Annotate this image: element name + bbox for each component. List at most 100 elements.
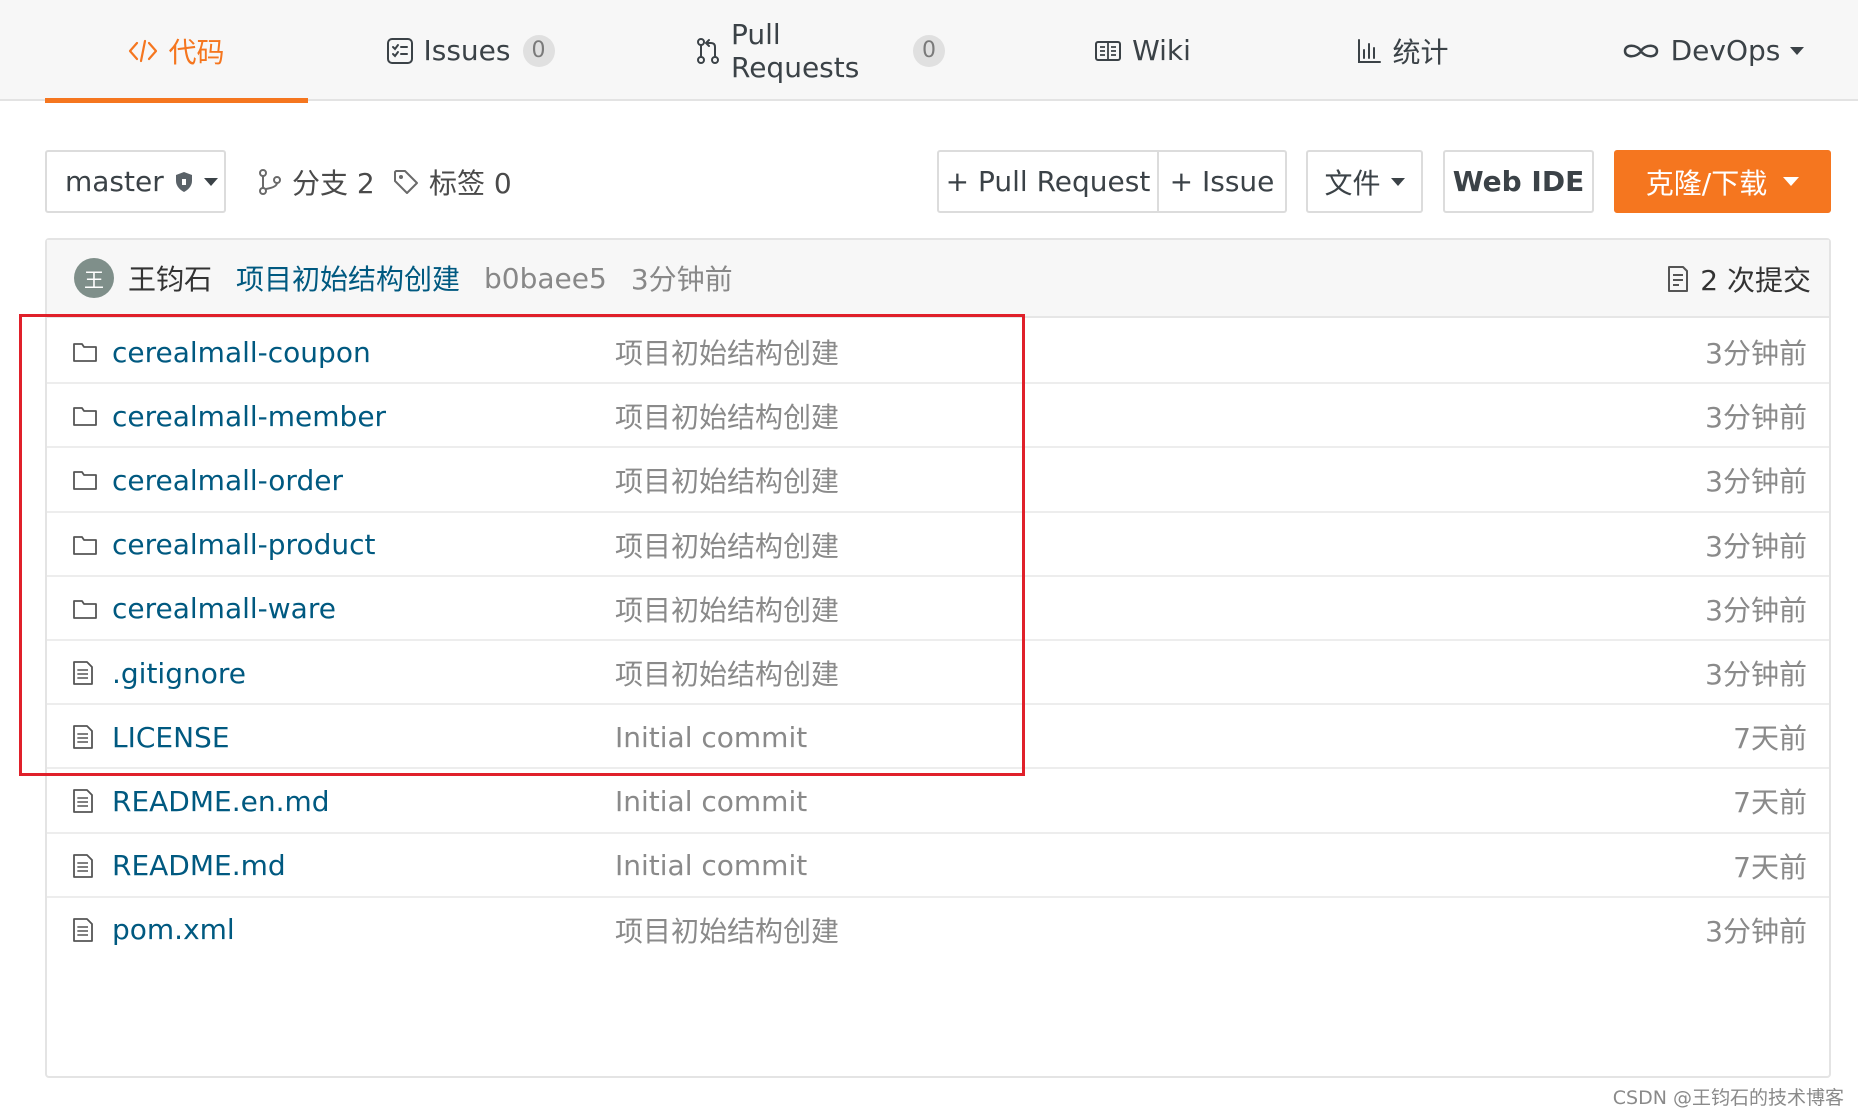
file-commit-message[interactable]: 项目初始结构创建 [615, 320, 839, 384]
tags-label: 标签 0 [429, 166, 512, 200]
folder-icon [72, 384, 98, 448]
file-menu-label: 文件 [1324, 166, 1381, 200]
new-pull-request-button[interactable]: + Pull Request [937, 150, 1159, 213]
file-menu-button[interactable]: 文件 [1306, 150, 1423, 213]
commit-message-link[interactable]: 项目初始结构创建 [236, 258, 460, 298]
file-row[interactable]: cerealmall-member 项目初始结构创建 3分钟前 [47, 384, 1829, 449]
branch-select-label: master [65, 165, 164, 198]
file-row[interactable]: README.en.md Initial commit 7天前 [47, 769, 1829, 834]
branches-link[interactable]: 分支 2 [258, 150, 375, 213]
file-name-link[interactable]: cerealmall-coupon [112, 320, 371, 384]
chevron-down-icon [1390, 177, 1405, 186]
avatar[interactable]: 王 [74, 258, 114, 298]
web-ide-button[interactable]: Web IDE [1443, 150, 1594, 213]
chevron-down-icon [1790, 46, 1805, 55]
file-commit-message[interactable]: 项目初始结构创建 [615, 641, 839, 705]
file-row[interactable]: pom.xml 项目初始结构创建 3分钟前 [47, 898, 1829, 962]
commit-count-link[interactable]: 2 次提交 [1666, 240, 1811, 318]
file-name-link[interactable]: cerealmall-ware [112, 577, 336, 641]
tab-devops[interactable]: DevOps [1620, 0, 1805, 101]
code-icon [128, 38, 158, 64]
file-commit-time: 3分钟前 [1705, 465, 1807, 499]
tab-pull-requests-label: Pull Requests [731, 17, 860, 84]
file-commit-message[interactable]: Initial commit [615, 769, 807, 833]
clone-download-button[interactable]: 克隆/下载 [1614, 150, 1831, 213]
tab-code[interactable]: 代码 [45, 0, 308, 103]
file-commit-message[interactable]: 项目初始结构创建 [615, 384, 839, 448]
new-pull-request-label: + Pull Request [945, 165, 1151, 198]
commit-time: 3分钟前 [630, 263, 733, 296]
file-commit-message[interactable]: 项目初始结构创建 [615, 898, 839, 962]
file-name-link[interactable]: README.en.md [112, 769, 330, 833]
new-issue-button[interactable]: + Issue [1157, 150, 1287, 213]
tab-stats[interactable]: 统计 [1350, 0, 1455, 101]
file-row[interactable]: cerealmall-coupon 项目初始结构创建 3分钟前 [47, 320, 1829, 385]
pull-requests-count-badge: 0 [913, 34, 945, 67]
file-commit-time: 3分钟前 [1705, 529, 1807, 563]
commit-author[interactable]: 王钧石 [128, 258, 212, 298]
file-commit-time: 3分钟前 [1705, 658, 1807, 692]
file-row[interactable]: LICENSE Initial commit 7天前 [47, 705, 1829, 770]
file-name-link[interactable]: LICENSE [112, 705, 230, 769]
pull-request-icon [695, 37, 721, 65]
clone-download-label: 克隆/下载 [1645, 166, 1768, 200]
branch-icon [258, 168, 282, 196]
file-commit-message[interactable]: 项目初始结构创建 [615, 513, 839, 577]
file-name-link[interactable]: .gitignore [112, 641, 246, 705]
file-commit-message[interactable]: 项目初始结构创建 [615, 577, 839, 641]
file-name-link[interactable]: cerealmall-member [112, 384, 386, 448]
repo-tab-bar: 代码 Issues 0 Pull Requests 0 Wiki 统计 DevO… [0, 0, 1858, 103]
tab-issues[interactable]: Issues 0 [380, 0, 560, 101]
file-commit-time: 7天前 [1733, 850, 1807, 884]
file-commit-time: 3分钟前 [1705, 593, 1807, 627]
tags-link[interactable]: 标签 0 [393, 150, 512, 213]
new-issue-label: + Issue [1169, 165, 1275, 198]
file-commit-time: 7天前 [1733, 786, 1807, 820]
issues-icon [386, 37, 414, 65]
file-commit-time: 3分钟前 [1705, 337, 1807, 371]
watermark: CSDN @王钧石的技术博客 [1612, 1087, 1844, 1109]
commit-sha[interactable]: b0baee5 [484, 262, 607, 295]
tab-pull-requests[interactable]: Pull Requests 0 [695, 0, 945, 101]
file-commit-time: 3分钟前 [1705, 401, 1807, 435]
file-row[interactable]: .gitignore 项目初始结构创建 3分钟前 [47, 641, 1829, 706]
folder-icon [72, 320, 98, 384]
infinity-icon [1621, 40, 1661, 62]
file-icon [72, 898, 94, 962]
shield-icon [174, 171, 194, 193]
wiki-icon [1094, 39, 1122, 63]
commit-count-label: 2 次提交 [1700, 264, 1811, 297]
file-icon [72, 705, 94, 769]
web-ide-label: Web IDE [1452, 165, 1585, 198]
commits-icon [1666, 265, 1690, 293]
file-icon [72, 834, 94, 898]
stats-icon [1356, 38, 1382, 64]
file-name-link[interactable]: cerealmall-product [112, 513, 375, 577]
branches-label: 分支 2 [292, 166, 375, 200]
tab-wiki[interactable]: Wiki [1090, 0, 1195, 101]
file-name-link[interactable]: pom.xml [112, 898, 235, 962]
file-commit-message[interactable]: Initial commit [615, 834, 807, 898]
file-commit-time: 3分钟前 [1705, 914, 1807, 948]
branch-select[interactable]: master [45, 150, 226, 213]
latest-commit-bar: 王 王钧石 项目初始结构创建 b0baee5 3分钟前 2 次提交 [47, 240, 1829, 318]
chevron-down-icon [1783, 177, 1800, 186]
file-icon [72, 641, 94, 705]
chevron-down-icon [203, 177, 218, 186]
file-commit-message[interactable]: 项目初始结构创建 [615, 448, 839, 512]
file-commit-message[interactable]: Initial commit [615, 705, 807, 769]
tab-stats-label: 统计 [1392, 35, 1449, 69]
file-list-panel: 王 王钧石 项目初始结构创建 b0baee5 3分钟前 2 次提交 cereal… [45, 238, 1831, 1078]
tab-devops-label: DevOps [1670, 34, 1781, 67]
tag-icon [393, 169, 419, 195]
folder-icon [72, 577, 98, 641]
folder-icon [72, 448, 98, 512]
file-icon [72, 769, 94, 833]
file-row[interactable]: README.md Initial commit 7天前 [47, 834, 1829, 898]
tab-code-label: 代码 [168, 35, 225, 69]
file-row[interactable]: cerealmall-order 项目初始结构创建 3分钟前 [47, 448, 1829, 513]
file-name-link[interactable]: cerealmall-order [112, 448, 343, 512]
file-row[interactable]: cerealmall-ware 项目初始结构创建 3分钟前 [47, 577, 1829, 641]
file-name-link[interactable]: README.md [112, 834, 286, 898]
file-row[interactable]: cerealmall-product 项目初始结构创建 3分钟前 [47, 513, 1829, 577]
